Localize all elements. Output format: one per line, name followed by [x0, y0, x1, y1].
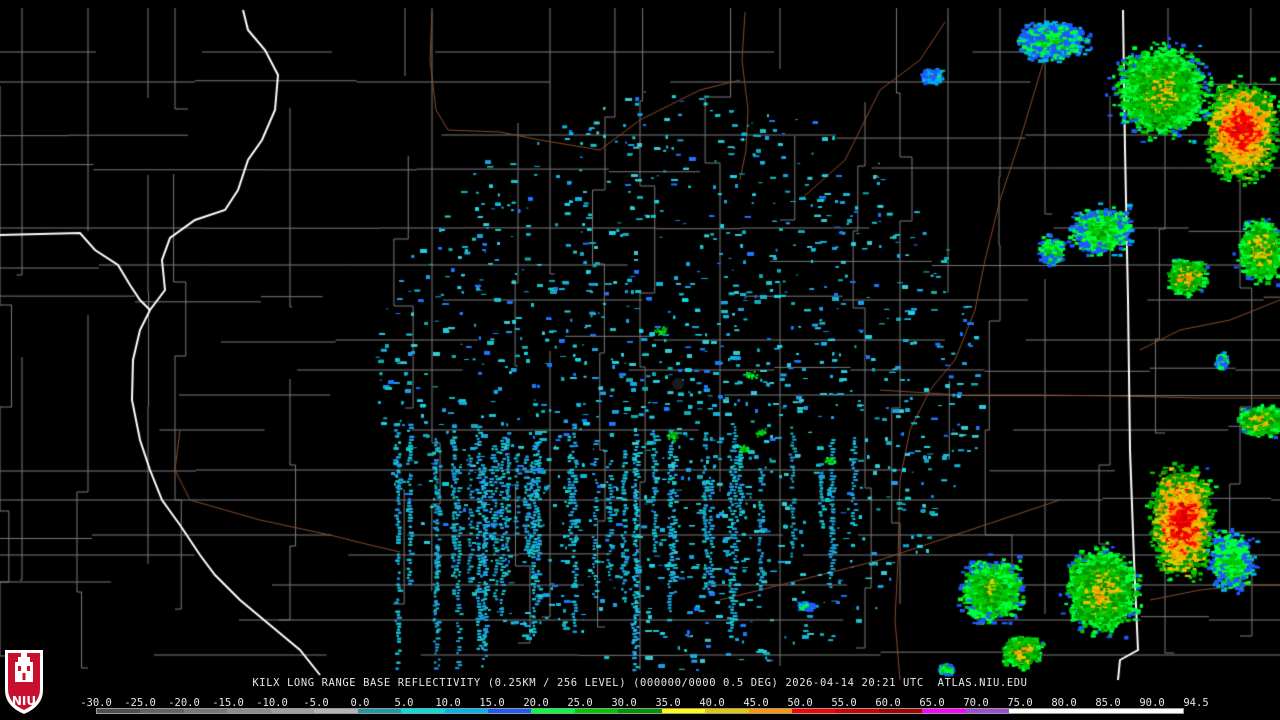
- scale-swatch: [574, 709, 619, 713]
- scale-swatch: [835, 709, 879, 713]
- scale-swatch: [1139, 709, 1183, 713]
- scale-swatch: [531, 709, 575, 713]
- scale-swatch: [792, 709, 836, 713]
- scale-swatch: [183, 709, 228, 713]
- scale-swatch: [618, 709, 662, 713]
- scale-swatch: [1009, 709, 1053, 713]
- radar-map: [0, 0, 1280, 720]
- scale-label: 94.5: [1183, 697, 1209, 709]
- scale-swatch: [878, 709, 923, 713]
- scale-swatch: [487, 709, 532, 713]
- scale-swatch: [270, 709, 315, 713]
- product-caption: KILX LONG RANGE BASE REFLECTIVITY (0.25K…: [252, 677, 1028, 689]
- color-scale-bar: [96, 708, 1184, 714]
- scale-swatch: [357, 709, 402, 713]
- scale-swatch: [444, 709, 488, 713]
- scale-swatch: [705, 709, 749, 713]
- scale-swatch: [227, 709, 271, 713]
- scale-swatch: [922, 709, 966, 713]
- scale-swatch: [401, 709, 445, 713]
- scale-swatch: [1052, 709, 1097, 713]
- scale-swatch: [140, 709, 184, 713]
- scale-swatch: [314, 709, 358, 713]
- scale-swatch: [748, 709, 792, 713]
- scale-swatch: [965, 709, 1010, 713]
- scale-swatch: [661, 709, 706, 713]
- niu-logo-text: NIU: [11, 694, 37, 708]
- scale-swatch: [1096, 709, 1140, 713]
- scale-swatch: [97, 709, 141, 713]
